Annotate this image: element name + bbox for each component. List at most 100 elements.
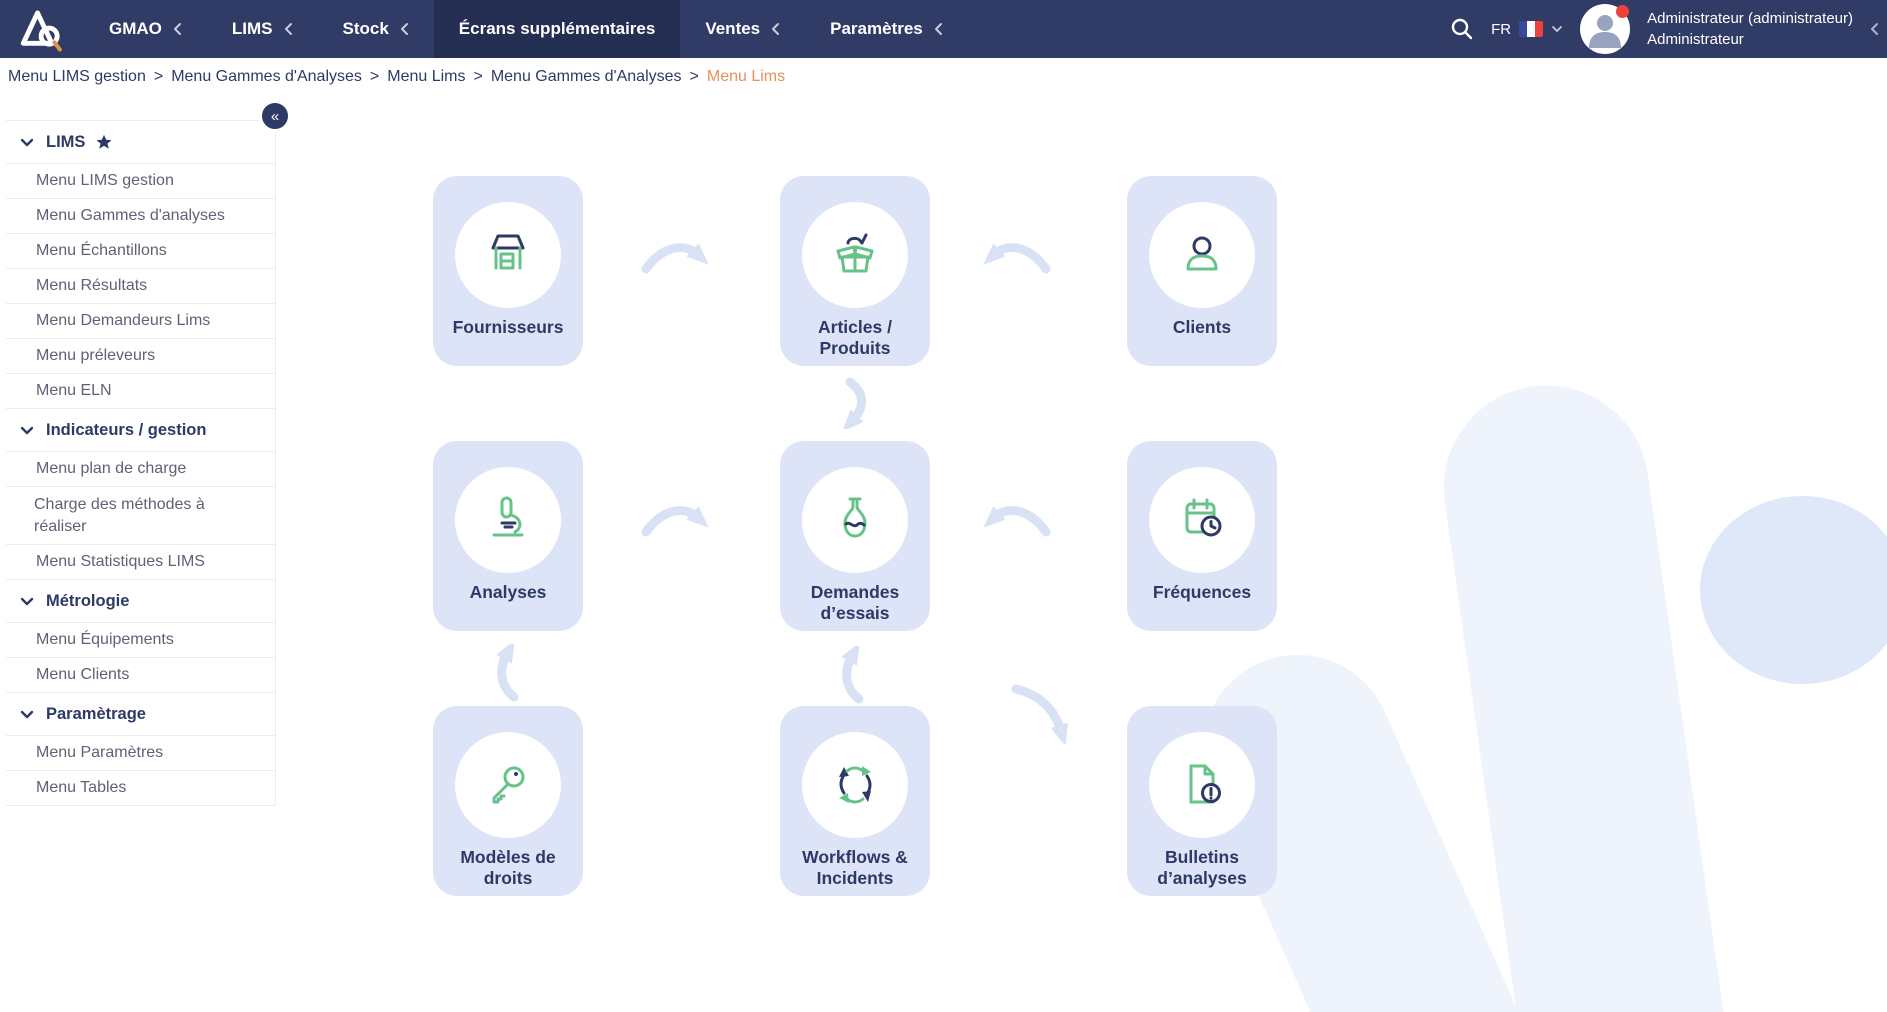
document-alert-icon xyxy=(1174,757,1230,813)
card-label: Modèles de droits xyxy=(433,847,583,890)
card-label: Fréquences xyxy=(1127,582,1277,603)
chevron-left-icon xyxy=(173,22,182,36)
panel-collapse-chevron[interactable] xyxy=(1870,22,1879,41)
chevron-left-icon xyxy=(934,22,943,36)
decor-bar-large xyxy=(1431,372,1765,1012)
breadcrumb-separator: > xyxy=(370,68,379,86)
sidebar-item-menu-preleveurs[interactable]: Menu préleveurs xyxy=(6,339,275,374)
card-icon-circle xyxy=(455,732,561,838)
nav-item-stock[interactable]: Stock xyxy=(318,0,434,58)
star-icon xyxy=(95,133,113,151)
sidebar-section-metrologie[interactable]: Métrologie xyxy=(6,580,275,623)
nav-item-lims[interactable]: LIMS xyxy=(207,0,318,58)
chevron-left-icon xyxy=(771,22,780,36)
sidebar-item-menu-resultats[interactable]: Menu Résultats xyxy=(6,269,275,304)
open-box-icon xyxy=(827,227,883,283)
card-label: Articles / Produits xyxy=(780,317,930,360)
card-icon-circle xyxy=(1149,202,1255,308)
sidebar-item-menu-gammes-analyses[interactable]: Menu Gammes d'analyses xyxy=(6,199,275,234)
sidebar-section-lims[interactable]: LIMS xyxy=(6,121,275,164)
nav-item-ventes[interactable]: Ventes xyxy=(680,0,805,58)
card-label: Clients xyxy=(1127,317,1277,338)
sidebar: LIMS Menu LIMS gestion Menu Gammes d'ana… xyxy=(6,120,276,806)
microscope-icon xyxy=(480,492,536,548)
app-logo[interactable] xyxy=(0,0,84,58)
sidebar-item-menu-lims-gestion[interactable]: Menu LIMS gestion xyxy=(6,164,275,199)
sidebar-item-menu-statistiques-lims[interactable]: Menu Statistiques LIMS xyxy=(6,545,275,580)
sidebar-item-menu-eln[interactable]: Menu ELN xyxy=(6,374,275,409)
card-frequences[interactable]: Fréquences xyxy=(1127,441,1277,631)
chevron-down-icon xyxy=(20,426,34,435)
nav-item-label: Stock xyxy=(343,19,389,39)
sidebar-section-label: Indicateurs / gestion xyxy=(46,421,206,440)
nav-item-gmao[interactable]: GMAO xyxy=(84,0,207,58)
card-icon-circle xyxy=(455,202,561,308)
notification-dot xyxy=(1616,5,1629,18)
sidebar-item-charge-des-methodes[interactable]: Charge des méthodes à réaliser xyxy=(6,487,275,545)
card-icon-circle xyxy=(802,202,908,308)
card-bulletins-analyses[interactable]: Bulletins d’analyses xyxy=(1127,706,1277,896)
sidebar-item-menu-demandeurs-lims[interactable]: Menu Demandeurs Lims xyxy=(6,304,275,339)
breadcrumb-item[interactable]: Menu Gammes d'Analyses xyxy=(171,68,362,86)
card-modeles-de-droits[interactable]: Modèles de droits xyxy=(433,706,583,896)
flask-icon xyxy=(827,492,883,548)
nav-item-parametres[interactable]: Paramètres xyxy=(805,0,968,58)
breadcrumb-separator: > xyxy=(690,68,699,86)
breadcrumb-item[interactable]: Menu LIMS gestion xyxy=(8,68,146,86)
card-analyses[interactable]: Analyses xyxy=(433,441,583,631)
chevron-left-icon xyxy=(284,22,293,36)
card-label: Analyses xyxy=(433,582,583,603)
user-menu[interactable]: Administrateur (administrateur) Administ… xyxy=(1647,8,1853,50)
card-icon-circle xyxy=(802,467,908,573)
sidebar-section-label: Métrologie xyxy=(46,592,129,611)
chevron-down-icon xyxy=(20,710,34,719)
card-label: Bulletins d’analyses xyxy=(1127,847,1277,890)
sidebar-collapse-button[interactable]: « xyxy=(259,100,291,132)
breadcrumb-item[interactable]: Menu Gammes d'Analyses xyxy=(491,68,682,86)
sidebar-section-label: Paramètrage xyxy=(46,705,146,724)
sidebar-item-menu-tables[interactable]: Menu Tables xyxy=(6,771,275,806)
nav-item-label: Ventes xyxy=(705,19,760,39)
breadcrumb-current: Menu Lims xyxy=(707,68,785,86)
sidebar-item-menu-echantillons[interactable]: Menu Échantillons xyxy=(6,234,275,269)
sidebar-section-parametrage[interactable]: Paramètrage xyxy=(6,693,275,736)
card-icon-circle xyxy=(455,467,561,573)
card-fournisseurs[interactable]: Fournisseurs xyxy=(433,176,583,366)
chevron-down-icon xyxy=(20,138,34,147)
breadcrumb-separator: > xyxy=(473,68,482,86)
sidebar-section-indicateurs-gestion[interactable]: Indicateurs / gestion xyxy=(6,409,275,452)
chevron-down-icon xyxy=(20,597,34,606)
chevron-down-icon xyxy=(1551,25,1563,33)
breadcrumb-separator: > xyxy=(154,68,163,86)
card-clients[interactable]: Clients xyxy=(1127,176,1277,366)
sidebar-section-label: LIMS xyxy=(46,133,85,152)
card-icon-circle xyxy=(802,732,908,838)
french-flag-icon xyxy=(1519,21,1543,37)
card-label: Demandes d’essais xyxy=(780,582,930,625)
card-demandes-essais[interactable]: Demandes d’essais xyxy=(780,441,930,631)
top-navbar: GMAO LIMS Stock Écrans supplémentaires V… xyxy=(0,0,1887,58)
sidebar-item-menu-equipements[interactable]: Menu Équipements xyxy=(6,623,275,658)
card-label: Workflows & Incidents xyxy=(780,847,930,890)
card-workflows-incidents[interactable]: Workflows & Incidents xyxy=(780,706,930,896)
breadcrumb-item[interactable]: Menu Lims xyxy=(387,68,465,86)
decor-ellipse xyxy=(1700,496,1887,684)
module-card-grid: Fournisseurs Articles / Produits xyxy=(433,176,1277,896)
aq-logo-icon xyxy=(17,6,67,52)
key-icon xyxy=(480,757,536,813)
sidebar-item-menu-clients[interactable]: Menu Clients xyxy=(6,658,275,693)
sidebar-item-menu-parametres[interactable]: Menu Paramètres xyxy=(6,736,275,771)
nav-item-ecrans-supplementaires[interactable]: Écrans supplémentaires xyxy=(434,0,681,58)
calendar-clock-icon xyxy=(1174,492,1230,548)
card-articles-produits[interactable]: Articles / Produits xyxy=(780,176,930,366)
search-icon[interactable] xyxy=(1450,17,1474,41)
language-code: FR xyxy=(1491,21,1511,38)
language-selector[interactable]: FR xyxy=(1491,21,1563,38)
main-nav: GMAO LIMS Stock Écrans supplémentaires V… xyxy=(84,0,968,58)
sidebar-item-menu-plan-de-charge[interactable]: Menu plan de charge xyxy=(6,452,275,487)
page: GMAO LIMS Stock Écrans supplémentaires V… xyxy=(0,0,1887,1012)
card-icon-circle xyxy=(1149,732,1255,838)
avatar[interactable] xyxy=(1580,4,1630,54)
topbar-right: FR Administrateur (administrateur) Admin… xyxy=(1450,4,1887,54)
storefront-icon xyxy=(480,227,536,283)
